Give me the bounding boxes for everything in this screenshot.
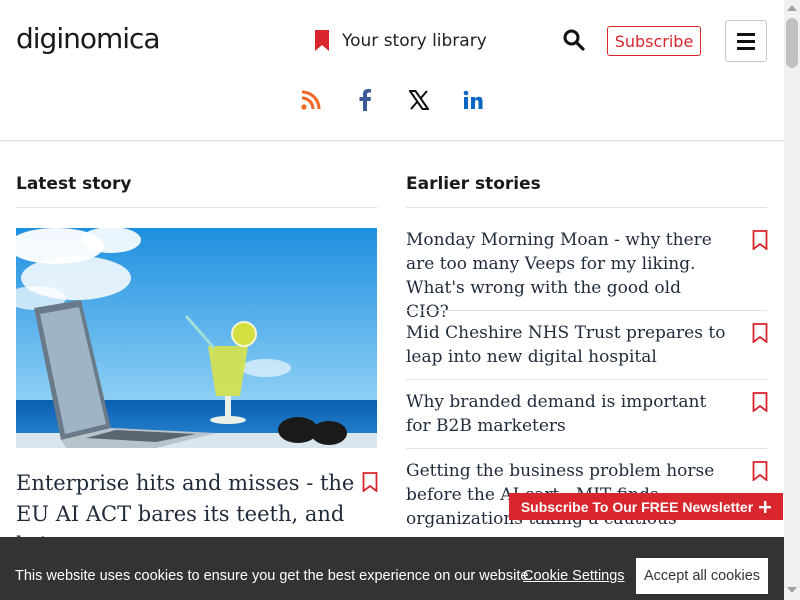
story-separator — [406, 379, 767, 380]
bookmark-icon[interactable] — [752, 323, 768, 343]
story-library-label: Your story library — [342, 30, 487, 51]
subscribe-button[interactable]: Subscribe — [607, 26, 701, 56]
bookmark-icon[interactable] — [752, 392, 768, 412]
header-divider — [0, 140, 784, 141]
cookie-settings-link[interactable]: Cookie Settings — [523, 568, 625, 584]
latest-divider — [16, 207, 377, 208]
rss-link[interactable] — [299, 88, 323, 112]
latest-story-heading: Latest story — [16, 174, 132, 194]
x-icon — [409, 90, 429, 110]
earlier-story-headline: Mid Cheshire NHS Trust prepares to leap … — [406, 323, 726, 367]
earlier-story-item[interactable]: Monday Morning Moan - why there are too … — [406, 228, 768, 324]
earlier-story-item[interactable]: Why branded demand is important for B2B … — [406, 390, 768, 449]
bookmark-icon — [315, 30, 329, 51]
earlier-story-item[interactable]: Mid Cheshire NHS Trust prepares to leap … — [406, 321, 768, 380]
newsletter-label: Subscribe To Our FREE Newsletter — [520, 498, 754, 515]
scroll-up-icon[interactable] — [787, 5, 797, 11]
facebook-icon — [359, 89, 371, 111]
story-separator — [406, 310, 767, 311]
linkedin-link[interactable] — [461, 88, 485, 112]
menu-icon-bar — [737, 32, 755, 36]
accept-cookies-button[interactable]: Accept all cookies — [636, 558, 768, 594]
story-library-link[interactable]: Your story library — [314, 30, 487, 51]
scroll-down-icon[interactable] — [787, 587, 797, 593]
menu-icon-bar — [737, 46, 755, 50]
page-scrollbar[interactable] — [784, 0, 800, 600]
scrollbar-thumb[interactable] — [786, 18, 798, 68]
search-button[interactable] — [562, 28, 586, 52]
earlier-divider — [406, 207, 767, 208]
earlier-story-headline: Why branded demand is important for B2B … — [406, 392, 707, 436]
plus-icon — [759, 500, 772, 513]
bookmark-icon[interactable] — [752, 230, 768, 250]
newsletter-subscribe-button[interactable]: Subscribe To Our FREE Newsletter — [509, 493, 783, 520]
bookmark-icon[interactable] — [752, 461, 768, 481]
site-logo[interactable]: diginomica — [16, 22, 161, 55]
latest-story-image[interactable] — [16, 228, 377, 448]
facebook-link[interactable] — [353, 88, 377, 112]
story-separator — [406, 448, 767, 449]
rss-icon — [301, 90, 321, 110]
search-icon — [563, 29, 585, 51]
linkedin-icon — [463, 90, 483, 109]
menu-button[interactable] — [725, 20, 767, 62]
menu-icon-bar — [737, 39, 755, 43]
earlier-stories-heading: Earlier stories — [406, 174, 541, 194]
x-link[interactable] — [407, 88, 431, 112]
bookmark-icon[interactable] — [362, 472, 378, 492]
cookie-message: This website uses cookies to ensure you … — [15, 568, 533, 584]
